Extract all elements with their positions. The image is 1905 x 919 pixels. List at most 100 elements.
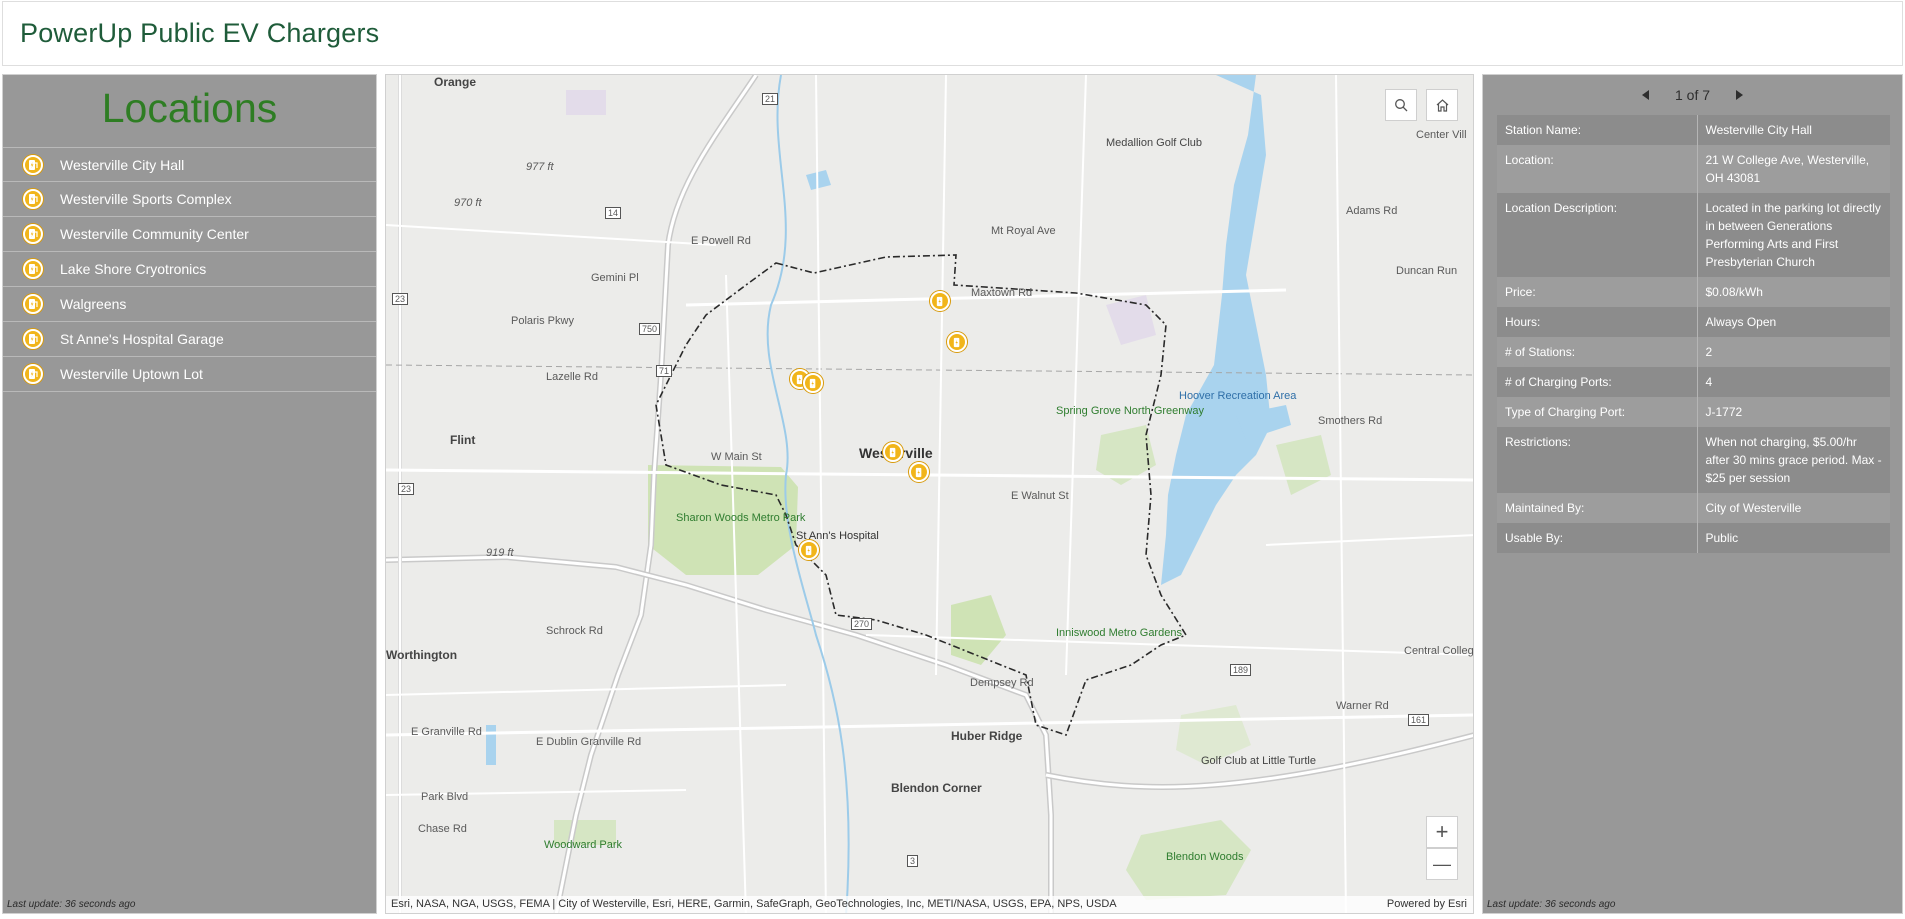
attribute-key: Price: xyxy=(1497,277,1698,307)
attribute-value: Always Open xyxy=(1697,307,1890,337)
list-item-label: Walgreens xyxy=(60,296,127,312)
map-label-flint: Flint xyxy=(450,433,476,447)
zoom-in-button[interactable]: + xyxy=(1426,816,1458,848)
list-item[interactable]: Westerville Uptown Lot xyxy=(3,357,376,392)
next-button[interactable] xyxy=(1732,88,1746,102)
ev-charger-icon xyxy=(23,294,43,314)
attribute-key: Location Description: xyxy=(1497,193,1698,277)
list-item[interactable]: Westerville Sports Complex xyxy=(3,182,376,217)
ev-charger-marker[interactable] xyxy=(930,291,950,311)
map-label-orange: Orange xyxy=(434,75,477,89)
home-icon xyxy=(1436,98,1448,112)
map-label-blendon-corner: Blendon Corner xyxy=(891,781,982,795)
ev-charger-icon xyxy=(23,224,43,244)
attribute-value: When not charging, $5.00/hr after 30 min… xyxy=(1697,427,1890,493)
attribute-value: Westerville City Hall xyxy=(1697,115,1890,145)
attribute-key: Maintained By: xyxy=(1497,493,1698,523)
powered-by-esri[interactable]: Powered by Esri xyxy=(1387,898,1467,910)
attribute-key: Location: xyxy=(1497,145,1698,193)
ev-charger-icon xyxy=(23,329,43,349)
map-search-button[interactable] xyxy=(1385,89,1417,121)
list-item[interactable]: St Anne's Hospital Garage xyxy=(3,322,376,357)
last-update-text: Last update: 36 seconds ago xyxy=(1487,899,1616,910)
attribute-value: 2 xyxy=(1697,337,1890,367)
attribute-table: Station Name: Westerville City Hall Locat… xyxy=(1497,115,1890,553)
route-shield: 270 xyxy=(851,618,873,630)
table-row: Station Name: Westerville City Hall xyxy=(1497,115,1890,145)
map-label-spring-grove: Spring Grove North Greenway xyxy=(1056,405,1204,417)
map-label-lazelle: Lazelle Rd xyxy=(546,371,598,383)
list-item-label: Westerville Sports Complex xyxy=(60,191,232,207)
ev-charger-marker[interactable] xyxy=(803,373,823,393)
locations-list: Westerville City Hall Westerville Sports… xyxy=(3,147,376,392)
map-label-blendon-woods: Blendon Woods xyxy=(1166,851,1244,863)
ev-charger-marker[interactable] xyxy=(947,332,967,352)
map-label-smothers: Smothers Rd xyxy=(1318,415,1383,427)
map-label-huber-ridge: Huber Ridge xyxy=(951,729,1023,743)
list-item[interactable]: Westerville Community Center xyxy=(3,217,376,252)
attribute-value: 4 xyxy=(1697,367,1890,397)
route-shield: 3 xyxy=(907,855,919,867)
map-label-duncan-run: Duncan Run xyxy=(1396,265,1458,277)
map-label-adams: Adams Rd xyxy=(1346,205,1398,217)
list-item-label: St Anne's Hospital Garage xyxy=(60,331,224,347)
map-label-chase: Chase Rd xyxy=(418,823,467,835)
search-icon xyxy=(1395,99,1408,112)
map-label-woodward-park: Woodward Park xyxy=(544,839,623,851)
map-label-mt-royal: Mt Royal Ave xyxy=(991,225,1056,237)
list-item[interactable]: Lake Shore Cryotronics xyxy=(3,252,376,287)
ev-charger-marker[interactable] xyxy=(799,540,819,560)
details-panel: 1 of 7 Station Name: Westerville City Hal… xyxy=(1482,74,1903,914)
list-item-label: Westerville Community Center xyxy=(60,226,249,242)
table-row: # of Stations: 2 xyxy=(1497,337,1890,367)
attribute-key: Hours: xyxy=(1497,307,1698,337)
list-item-label: Westerville Uptown Lot xyxy=(60,366,203,382)
map-label-worthington: Worthington xyxy=(386,648,458,662)
app-header: PowerUp Public EV Chargers xyxy=(2,1,1903,66)
attribute-key: Station Name: xyxy=(1497,115,1698,145)
pager-count: 1 of 7 xyxy=(1674,87,1711,103)
map-label-warner: Warner Rd xyxy=(1336,700,1389,712)
attribute-key: Restrictions: xyxy=(1497,427,1698,493)
attribute-key: Usable By: xyxy=(1497,523,1698,553)
map-label-dempsey: Dempsey Rd xyxy=(970,677,1034,689)
attribute-value: Located in the parking lot directly in b… xyxy=(1697,193,1890,277)
route-shield: 23 xyxy=(398,483,415,495)
attribute-value: Public xyxy=(1697,523,1890,553)
route-shield: 161 xyxy=(1408,714,1430,726)
table-row: Location: 21 W College Ave, Westerville, … xyxy=(1497,145,1890,193)
map-label-maxtown: Maxtown Rd xyxy=(971,287,1033,299)
map-label-hoover: Hoover Recreation Area xyxy=(1179,390,1297,402)
attribution-text: Esri, NASA, NGA, USGS, FEMA | City of We… xyxy=(391,898,1117,910)
map-label-e-granville: E Granville Rd xyxy=(411,726,482,738)
zoom-out-button[interactable]: — xyxy=(1426,848,1458,880)
previous-button[interactable] xyxy=(1639,88,1653,102)
ev-charger-icon xyxy=(23,259,43,279)
feature-pager: 1 of 7 xyxy=(1483,79,1902,111)
map-label-medallion: Medallion Golf Club xyxy=(1106,137,1202,149)
list-item[interactable]: Walgreens xyxy=(3,287,376,322)
map-home-button[interactable] xyxy=(1426,89,1458,121)
ev-charger-icon xyxy=(23,364,43,384)
locations-panel: Locations Westerville City Hall Westervi… xyxy=(2,74,377,914)
table-row: Location Description: Located in the park… xyxy=(1497,193,1890,277)
map-label-park-blvd: Park Blvd xyxy=(421,791,469,803)
caret-right-icon xyxy=(1736,90,1744,100)
list-item[interactable]: Westerville City Hall xyxy=(3,147,376,182)
ev-charger-marker[interactable] xyxy=(909,462,929,482)
ev-charger-marker[interactable] xyxy=(883,442,903,462)
map-label-e-dublin-granville: E Dublin Granville Rd xyxy=(536,736,642,748)
map-label-golf-club: Golf Club at Little Turtle xyxy=(1201,755,1316,767)
ev-charger-icon xyxy=(23,189,43,209)
ev-charger-icon xyxy=(23,154,43,175)
app-title: PowerUp Public EV Chargers xyxy=(20,18,380,48)
map-label-schrock: Schrock Rd xyxy=(546,625,603,637)
attribute-key: # of Stations: xyxy=(1497,337,1698,367)
map-view[interactable]: Orange Medallion Golf Club Westerville F… xyxy=(385,74,1474,914)
attribute-value: J-1772 xyxy=(1697,397,1890,427)
map-label-gemini: Gemini Pl xyxy=(591,272,639,284)
route-shield: 71 xyxy=(656,365,673,377)
route-shield: 21 xyxy=(762,93,779,105)
map-label-w-main: W Main St xyxy=(711,451,762,463)
table-row: Maintained By: City of Westerville xyxy=(1497,493,1890,523)
